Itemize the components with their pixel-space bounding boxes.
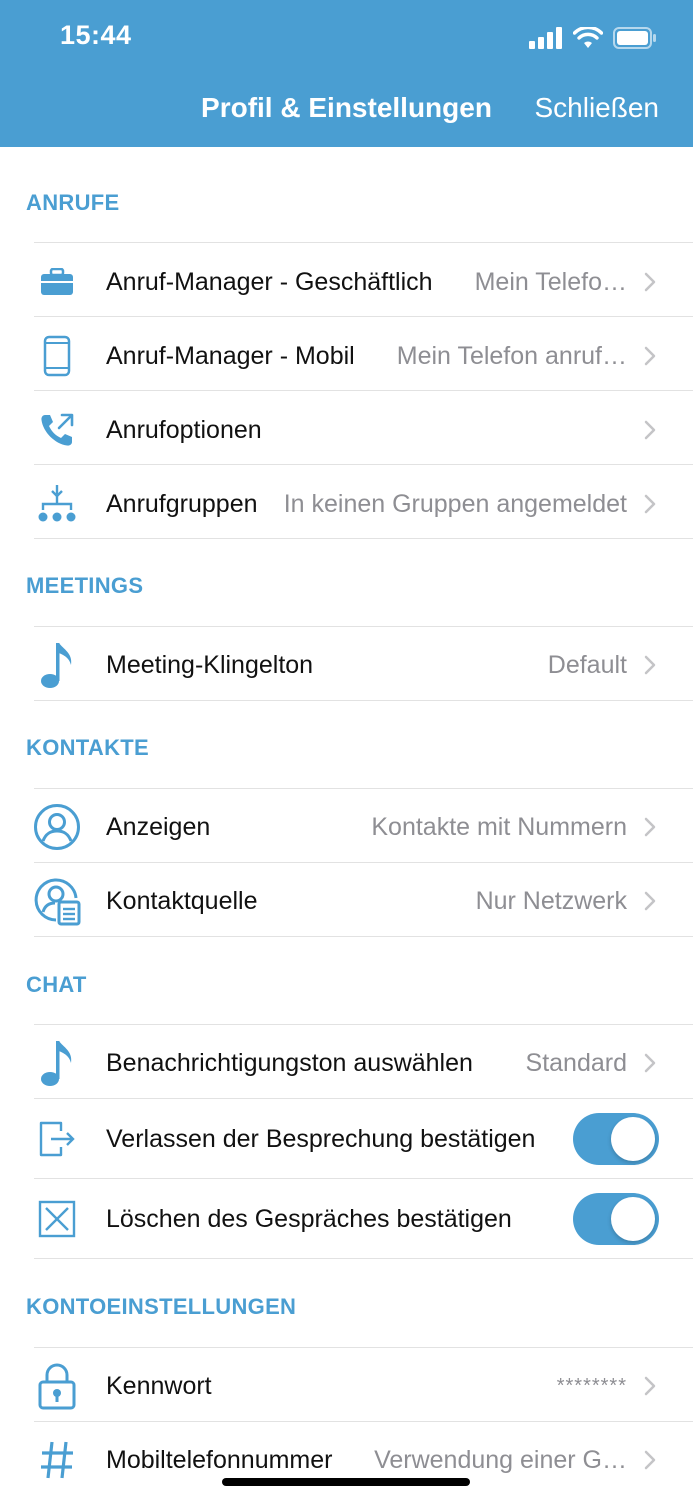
lock-icon [30,1359,84,1413]
contact-source-icon [30,874,84,928]
section-header-kontoeinstellungen: KONTOEINSTELLUNGEN [26,1294,297,1319]
divider [34,242,693,243]
status-icons [529,24,657,52]
row-verlassen-bestaetigen: Verlassen der Besprechung bestätigen [0,1100,693,1178]
chevron-right-icon [643,1374,659,1398]
status-time: 15:44 [60,20,132,50]
wifi-icon [573,27,603,48]
row-anruf-manager-mobil[interactable]: Anruf-Manager - Mobil Mein Telefon anruf… [0,319,693,393]
divider [34,1258,693,1259]
row-value: Nur Netzwerk [475,886,627,915]
row-label: Anrufoptionen [106,415,262,444]
music-note-icon [30,638,84,692]
row-label: Verlassen der Besprechung bestätigen [106,1124,536,1153]
divider [34,1421,693,1422]
row-value: Default [547,650,627,679]
row-label: Anruf-Manager - Mobil [106,341,355,370]
chevron-right-icon [643,492,659,516]
row-kennwort[interactable]: Kennwort ******** [0,1349,693,1423]
signal-icon [529,27,562,49]
row-anrufoptionen[interactable]: Anrufoptionen [0,393,693,467]
row-anrufgruppen[interactable]: Anrufgruppen In keinen Gruppen angemelde… [0,467,693,541]
chevron-right-icon [643,270,659,294]
divider [34,1178,693,1179]
row-label: Meeting-Klingelton [106,650,314,679]
row-value: Verwendung einer G… [374,1445,627,1474]
row-value: Mein Telefon anruf… [396,341,627,370]
close-button[interactable]: Schließen [534,92,659,124]
divider [34,1347,693,1348]
row-value: In keinen Gruppen angemeldet [283,489,627,518]
row-loeschen-bestaetigen: Löschen des Gespräches bestätigen [0,1180,693,1258]
chevron-right-icon [643,1448,659,1472]
row-value: Standard [525,1048,627,1077]
row-value: Mein Telefo… [474,267,627,296]
row-label: Anruf-Manager - Geschäftlich [106,267,433,296]
divider [34,788,693,789]
row-value: Kontakte mit Nummern [371,812,627,841]
row-label: Löschen des Gespräches bestätigen [106,1204,512,1233]
chevron-right-icon [643,418,659,442]
chevron-right-icon [643,815,659,839]
divider [34,700,693,701]
divider [34,538,693,539]
home-indicator[interactable] [222,1478,470,1486]
row-label: Kennwort [106,1371,212,1400]
row-anzeigen[interactable]: Anzeigen Kontakte mit Nummern [0,790,693,864]
divider [34,1024,693,1025]
section-header-meetings: MEETINGS [26,573,144,598]
divider [34,390,693,391]
toggle-knob [611,1197,655,1241]
call-group-icon [30,477,84,531]
row-label: Anrufgruppen [106,489,258,518]
divider [34,626,693,627]
app-header: 15:44 Profil & Einstellungen Schließen [0,0,693,147]
row-benachrichtigungston[interactable]: Benachrichtigungston auswählen Standard [0,1026,693,1100]
delete-box-icon [30,1192,84,1246]
briefcase-icon [30,255,84,309]
mobile-phone-icon [30,329,84,383]
chevron-right-icon [643,1051,659,1075]
toggle-knob [611,1117,655,1161]
chevron-right-icon [643,344,659,368]
section-header-kontakte: KONTAKTE [26,735,149,760]
divider [34,936,693,937]
row-kontaktquelle[interactable]: Kontaktquelle Nur Netzwerk [0,864,693,938]
divider [34,1098,693,1099]
exit-icon [30,1112,84,1166]
section-header-chat: CHAT [26,972,87,997]
row-label: Anzeigen [106,812,211,841]
chevron-right-icon [643,653,659,677]
hash-icon [30,1433,84,1487]
divider [34,464,693,465]
row-label: Benachrichtigungston auswählen [106,1048,473,1077]
divider [34,316,693,317]
divider [34,862,693,863]
row-label: Mobiltelefonnummer [106,1445,333,1474]
row-label: Kontaktquelle [106,886,258,915]
music-note-icon [30,1036,84,1090]
confirm-delete-toggle[interactable] [573,1193,659,1245]
row-meeting-klingelton[interactable]: Meeting-Klingelton Default [0,628,693,702]
chevron-right-icon [643,889,659,913]
section-header-anrufe: ANRUFE [26,190,120,215]
confirm-leave-toggle[interactable] [573,1113,659,1165]
call-forward-icon [30,403,84,457]
row-anruf-manager-geschaeftlich[interactable]: Anruf-Manager - Geschäftlich Mein Telefo… [0,245,693,319]
row-value: ******** [556,1374,627,1397]
battery-icon [613,27,656,49]
user-circle-icon [30,800,84,854]
